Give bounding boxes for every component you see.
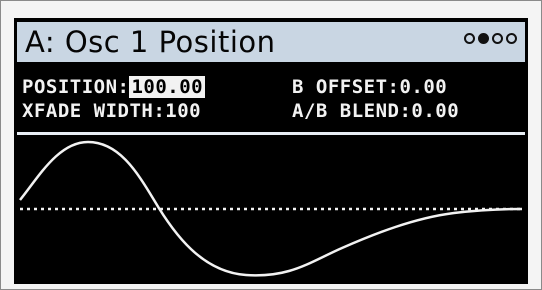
- page-dot-4: [506, 33, 517, 44]
- ab-blend-param[interactable]: A/B BLEND:0.00: [292, 100, 459, 122]
- b-offset-param[interactable]: B OFFSET:0.00: [292, 76, 447, 98]
- xfade-width-label: XFADE WIDTH:: [22, 100, 166, 122]
- waveform-curve: [19, 140, 523, 277]
- divider: [17, 132, 525, 135]
- page-title: A: Osc 1 Position: [25, 25, 276, 59]
- b-offset-value[interactable]: 0.00: [399, 76, 447, 98]
- lcd-screen: A: Osc 1 Position POSITION: 100.00 B OFFS…: [14, 18, 528, 284]
- page-dot-2-active: [478, 33, 489, 44]
- title-bar: A: Osc 1 Position: [17, 22, 525, 62]
- waveform-display: [19, 140, 523, 277]
- xfade-width-param[interactable]: XFADE WIDTH:100: [22, 100, 201, 122]
- xfade-width-value[interactable]: 100: [165, 100, 201, 122]
- device-frame: A: Osc 1 Position POSITION: 100.00 B OFFS…: [0, 0, 542, 290]
- ab-blend-label: A/B BLEND:: [292, 100, 412, 122]
- position-value[interactable]: 100.00: [129, 76, 206, 98]
- b-offset-label: B OFFSET:: [292, 76, 400, 98]
- page-indicator: [464, 33, 517, 44]
- page-dot-3: [492, 33, 503, 44]
- page-dot-1: [464, 33, 475, 44]
- position-label: POSITION:: [22, 76, 130, 98]
- ab-blend-value[interactable]: 0.00: [411, 100, 459, 122]
- position-param[interactable]: POSITION: 100.00: [22, 76, 206, 98]
